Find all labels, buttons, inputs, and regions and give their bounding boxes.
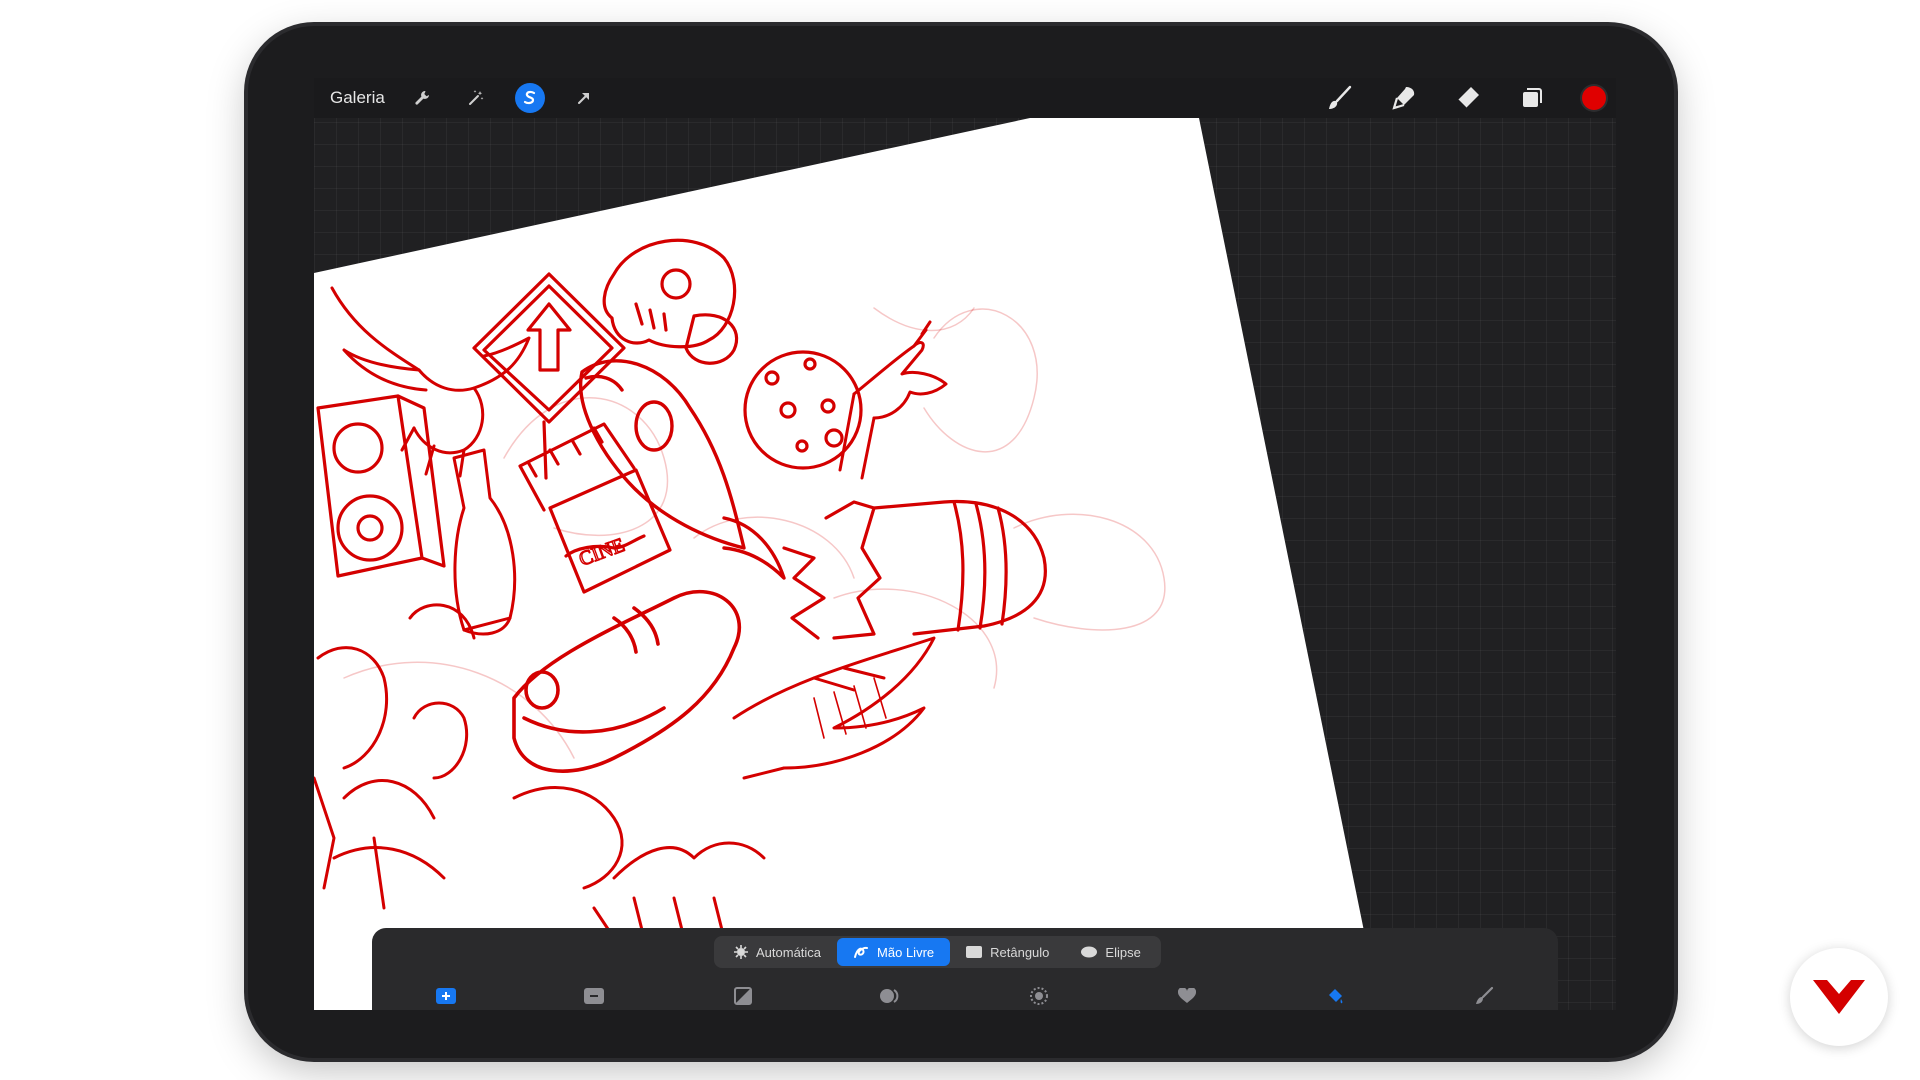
rectangle-icon [966, 946, 983, 958]
brand-logo-icon [1813, 980, 1865, 1014]
save-selection-icon[interactable] [1174, 983, 1200, 1009]
smudge-icon[interactable] [1389, 83, 1419, 113]
drawing-canvas[interactable]: CINE [314, 78, 1616, 1010]
layers-icon[interactable] [1517, 83, 1547, 113]
color-fill-icon[interactable] [1323, 983, 1349, 1009]
gallery-button[interactable]: Galeria [330, 88, 385, 108]
brush-icon[interactable] [1325, 83, 1355, 113]
mode-mao-livre[interactable]: Mão Livre [837, 938, 951, 966]
subtract-icon[interactable] [581, 983, 607, 1009]
arrow-transform-icon[interactable] [569, 83, 599, 113]
ellipse-icon [1081, 946, 1098, 958]
mode-label: Automática [756, 944, 822, 960]
selection-s-icon[interactable] [514, 83, 545, 113]
current-color-swatch[interactable] [1582, 86, 1606, 110]
add-icon[interactable] [433, 983, 459, 1009]
freehand-icon [854, 946, 869, 958]
selection-tools-row [372, 980, 1558, 1010]
auto-gear-icon [734, 945, 748, 959]
mode-retangulo[interactable]: Retângulo [950, 938, 1065, 966]
copy-paste-icon[interactable] [878, 983, 904, 1009]
eraser-icon[interactable] [1453, 83, 1483, 113]
wrench-icon[interactable] [407, 83, 437, 113]
top-toolbar: Galeria [314, 78, 1616, 118]
clear-icon[interactable] [1471, 983, 1497, 1009]
mode-label: Mão Livre [877, 944, 935, 960]
selection-panel: Automática Mão Livre Retângulo Elipse [372, 928, 1558, 1010]
mode-automatica[interactable]: Automática [718, 938, 837, 966]
channel-logo [1790, 948, 1888, 1046]
selection-mode-segmented-control: Automática Mão Livre Retângulo Elipse [714, 936, 1161, 968]
feather-icon[interactable] [1026, 983, 1052, 1009]
magic-wand-icon[interactable] [461, 83, 491, 113]
mode-label: Elipse [1105, 944, 1141, 960]
mode-label: Retângulo [990, 944, 1050, 960]
invert-icon[interactable] [730, 983, 756, 1009]
procreate-screen: CINE Galeria Automática Mão Livre Retâng… [314, 78, 1616, 1010]
mode-elipse[interactable]: Elipse [1065, 938, 1156, 966]
